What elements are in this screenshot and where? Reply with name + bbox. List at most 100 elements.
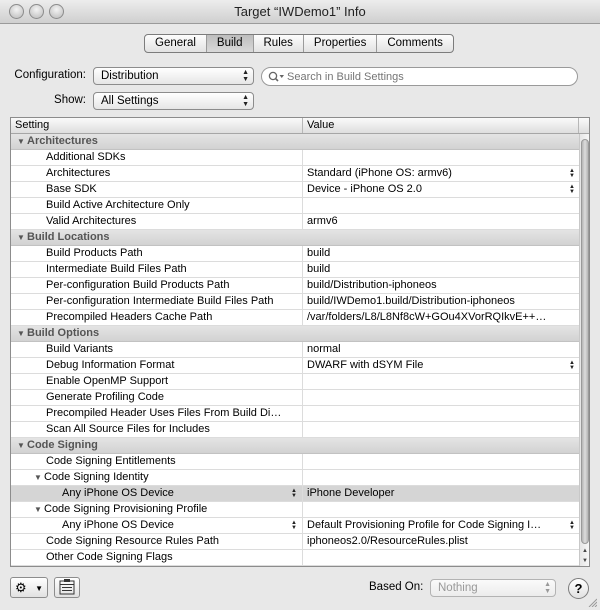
setting-value-cell[interactable]: Device - iPhone OS 2.0 ▲ ▼ (304, 182, 579, 197)
help-button[interactable]: ? (568, 578, 589, 599)
setting-value-cell[interactable]: /var/folders/L8/L8Nf8cW+GOu4XVorRQIkvE++… (304, 310, 579, 325)
table-row[interactable]: Precompiled Header Uses Files From Build… (11, 406, 579, 422)
tab-general[interactable]: General (145, 35, 207, 52)
table-row[interactable]: Scan All Source Files for Includes (11, 422, 579, 438)
table-row[interactable]: Any iPhone OS Device ▲ ▼ iPhone Developer (11, 486, 579, 502)
setting-name: Code Signing Resource Rules Path (46, 535, 220, 547)
table-row[interactable]: Per-configuration Intermediate Build Fil… (11, 294, 579, 310)
setting-value-cell[interactable]: normal (304, 342, 579, 357)
table-row[interactable]: Debug Information Format DWARF with dSYM … (11, 358, 579, 374)
popup-arrows-icon[interactable]: ▲ ▼ (291, 520, 297, 531)
table-row[interactable]: Code Signing Resource Rules Path iphoneos… (11, 534, 579, 550)
setting-value-cell[interactable]: iPhone Developer (304, 486, 579, 501)
table-row[interactable]: Enable OpenMP Support (11, 374, 579, 390)
table-row[interactable]: Architectures Standard (iPhone OS: armv6)… (11, 166, 579, 182)
help-icon: ? (574, 581, 583, 596)
vertical-scrollbar[interactable]: ▲ ▼ (579, 134, 589, 566)
tab-properties[interactable]: Properties (304, 35, 378, 52)
resize-grip-icon[interactable] (587, 597, 597, 607)
setting-value-cell[interactable]: iphoneos2.0/ResourceRules.plist (304, 534, 579, 549)
section-row[interactable]: ▼ Code Signing (11, 438, 579, 454)
table-row[interactable]: Generate Profiling Code (11, 390, 579, 406)
table-row[interactable]: Code Signing Entitlements (11, 454, 579, 470)
column-options (579, 118, 589, 133)
based-on-value: Nothing (438, 582, 478, 594)
table-row[interactable]: Other Code Signing Flags (11, 550, 579, 566)
configuration-value: Distribution (101, 70, 159, 82)
disclosure-triangle-icon[interactable]: ▼ (17, 326, 27, 341)
table-row[interactable]: Valid Architectures armv6 (11, 214, 579, 230)
value-column-header[interactable]: Value (303, 118, 579, 133)
setting-name: Scan All Source Files for Includes (46, 423, 210, 435)
disclosure-triangle-icon[interactable]: ▼ (34, 470, 44, 485)
setting-value-cell[interactable]: Default Provisioning Profile for Code Si… (304, 518, 579, 533)
show-popup[interactable]: All Settings ▲ ▼ (93, 92, 254, 110)
setting-value-cell[interactable]: build/IWDemo1.build/Distribution-iphoneo… (304, 294, 579, 309)
configuration-popup[interactable]: Distribution ▲ ▼ (93, 67, 254, 85)
setting-name-cell: Valid Architectures (11, 214, 303, 229)
setting-value-cell[interactable]: build (304, 246, 579, 261)
target-info-window: Target “IWDemo1” Info General Build Rule… (0, 0, 600, 610)
setting-name-cell: Intermediate Build Files Path (11, 262, 303, 277)
setting-column-header[interactable]: Setting (11, 118, 303, 133)
section-row[interactable]: ▼ Build Locations (11, 230, 579, 246)
section-title: Architectures (27, 135, 98, 147)
setting-name-cell: Enable OpenMP Support (11, 374, 303, 389)
setting-value-cell[interactable]: build/Distribution-iphoneos (304, 278, 579, 293)
table-row[interactable]: ▼ Code Signing Identity (11, 470, 579, 486)
scroll-thumb[interactable] (581, 139, 589, 544)
setting-value: Device - iPhone OS 2.0 (307, 183, 422, 195)
setting-value: iphoneos2.0/ResourceRules.plist (307, 535, 468, 547)
setting-value-cell[interactable]: build (304, 262, 579, 277)
tab-comments[interactable]: Comments (377, 35, 453, 52)
setting-value-cell[interactable]: armv6 (304, 214, 579, 229)
table-row[interactable]: Build Variants normal (11, 342, 579, 358)
setting-value-cell[interactable]: DWARF with dSYM File ▲ ▼ (304, 358, 579, 373)
setting-name: Build Variants (46, 343, 114, 355)
table-row[interactable]: Additional SDKs (11, 150, 579, 166)
setting-name: Enable OpenMP Support (46, 375, 169, 387)
setting-name: Precompiled Header Uses Files From Build… (46, 407, 282, 419)
setting-value: Default Provisioning Profile for Code Si… (307, 519, 542, 531)
table-row[interactable]: Intermediate Build Files Path build (11, 262, 579, 278)
table-row[interactable]: Build Active Architecture Only (11, 198, 579, 214)
scroll-down-icon[interactable]: ▼ (580, 556, 589, 566)
based-on-popup[interactable]: Nothing ▲ ▼ (430, 579, 556, 597)
table-row[interactable]: Base SDK Device - iPhone OS 2.0 ▲ ▼ (11, 182, 579, 198)
scroll-up-icon[interactable]: ▲ (580, 546, 589, 556)
section-row[interactable]: ▼ Architectures (11, 134, 579, 150)
tab-rules[interactable]: Rules (254, 35, 304, 52)
tab-build[interactable]: Build (206, 35, 254, 52)
setting-name-cell: Debug Information Format (11, 358, 303, 373)
setting-name-cell: Precompiled Headers Cache Path (11, 310, 303, 325)
disclosure-triangle-icon[interactable]: ▼ (34, 502, 44, 517)
disclosure-triangle-icon[interactable]: ▼ (17, 230, 27, 245)
popup-arrows-icon[interactable]: ▲ ▼ (291, 488, 297, 499)
table-row[interactable]: Any iPhone OS Device ▲ ▼ Default Provisioni… (11, 518, 579, 534)
show-settings-button[interactable] (54, 577, 80, 598)
table-row[interactable]: Per-configuration Build Products Path bui… (11, 278, 579, 294)
setting-value-cell[interactable]: Standard (iPhone OS: armv6) ▲ ▼ (304, 166, 579, 181)
search-field[interactable] (261, 67, 578, 86)
search-input[interactable] (287, 69, 567, 84)
disclosure-triangle-icon[interactable]: ▼ (17, 438, 27, 453)
table-row[interactable]: Build Products Path build (11, 246, 579, 262)
section-row[interactable]: ▼ Build Options (11, 326, 579, 342)
setting-name-cell: ▼ Code Signing Provisioning Profile (11, 502, 303, 517)
setting-name: Valid Architectures (46, 215, 137, 227)
section-header: ▼ Build Options (11, 326, 579, 341)
setting-name-cell: Per-configuration Build Products Path (11, 278, 303, 293)
title-bar: Target “IWDemo1” Info (0, 0, 600, 24)
search-icon (268, 71, 284, 82)
setting-name: Code Signing Entitlements (46, 455, 176, 467)
disclosure-triangle-icon[interactable]: ▼ (17, 134, 27, 149)
table-row[interactable]: Precompiled Headers Cache Path/var/folde… (11, 310, 579, 326)
table-row[interactable]: ▼Code Signing Provisioning Profile▲▼ (11, 502, 579, 518)
setting-name-cell: Build Variants (11, 342, 303, 357)
action-menu-button[interactable]: ⚙ ▼ (10, 577, 48, 598)
popup-arrows-icon[interactable]: ▲ ▼ (569, 520, 575, 531)
popup-arrows-icon[interactable]: ▲ ▼ (569, 184, 575, 195)
setting-name: Build Active Architecture Only (46, 199, 190, 211)
popup-arrows-icon[interactable]: ▲ ▼ (569, 360, 575, 371)
popup-arrows-icon[interactable]: ▲ ▼ (569, 168, 575, 179)
